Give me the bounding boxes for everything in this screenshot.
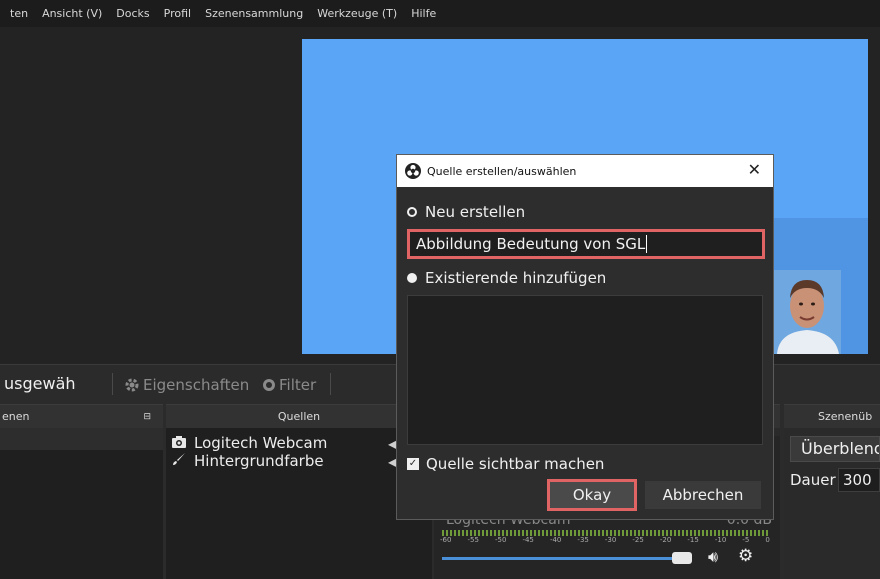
radio-button[interactable] [407, 273, 417, 283]
camera-icon [172, 434, 186, 452]
meter-tick-label: -50 [494, 536, 507, 544]
scenes-dock-header: enen ⊟ [0, 404, 163, 428]
menu-item-help[interactable]: Hilfe [405, 7, 444, 20]
visible-checkbox-row[interactable]: ✓ Quelle sichtbar machen [407, 455, 604, 473]
source-item-background-color[interactable]: Hintergrundfarbe [172, 452, 324, 470]
radio-existing-label: Existierende hinzufügen [425, 269, 607, 287]
meter-tick-label: -5 [742, 536, 750, 544]
duration-label: Dauer [790, 471, 836, 489]
visible-checkbox-label: Quelle sichtbar machen [426, 455, 605, 473]
cancel-button-label: Abbrechen [662, 486, 744, 504]
properties-label: Eigenschaften [143, 376, 250, 394]
toolbar-divider [112, 373, 113, 395]
radio-new-label: Neu erstellen [425, 203, 526, 221]
source-item-label: Hintergrundfarbe [194, 452, 324, 470]
radio-new[interactable]: Neu erstellen [407, 203, 525, 221]
webcam-person-image [773, 270, 841, 354]
scenes-list[interactable] [0, 428, 163, 579]
existing-sources-list[interactable] [407, 295, 763, 445]
volume-slider-handle[interactable] [672, 552, 692, 564]
meter-tick-label: -40 [549, 536, 562, 544]
okay-button-label: Okay [572, 486, 612, 504]
meter-tick-label: 0 [765, 536, 770, 544]
volume-slider-track[interactable] [442, 557, 672, 560]
checkbox-checked[interactable]: ✓ [407, 458, 419, 470]
properties-button[interactable]: Eigenschaften [124, 373, 249, 397]
transitions-dock-header: Szenenüb [784, 404, 880, 428]
obs-logo-icon [405, 163, 421, 179]
menu-item-tools[interactable]: Werkzeuge (T) [311, 7, 405, 20]
filter-label: Filter [279, 376, 317, 394]
radio-existing[interactable]: Existierende hinzufügen [407, 269, 606, 287]
text-cursor [646, 235, 648, 253]
menu-bar: ten Ansicht (V) Docks Profil Szenensamml… [0, 0, 880, 27]
create-source-dialog: Quelle erstellen/auswählen ✕ Neu erstell… [396, 154, 774, 520]
meter-tick-label: -60 [440, 536, 452, 544]
menu-item-scene-collection[interactable]: Szenensammlung [199, 7, 311, 20]
filter-icon [262, 378, 276, 392]
meter-tick-label: -30 [604, 536, 617, 544]
meter-tick-label: -25 [632, 536, 644, 544]
menu-item-docks[interactable]: Docks [110, 7, 157, 20]
radio-button-selected[interactable] [407, 207, 417, 217]
meter-ticks: -60 -55 -50 -45 -40 -35 -30 -25 -20 -15 -10 -5 0 [440, 536, 770, 544]
meter-tick-label: -15 [687, 536, 699, 544]
meter-tick-label: -55 [467, 536, 479, 544]
dialog-titlebar: Quelle erstellen/auswählen ✕ [397, 155, 773, 187]
transitions-dock-title: Szenenüb [818, 410, 873, 423]
source-item-webcam[interactable]: Logitech Webcam [172, 434, 327, 452]
scenes-dock-title: enen [2, 410, 30, 423]
menu-item-edit[interactable]: ten [4, 7, 36, 20]
gear-icon [124, 377, 140, 393]
selection-label: usgewäh [4, 374, 76, 393]
filter-button[interactable]: Filter [262, 373, 316, 397]
sources-dock-header: Quellen [166, 404, 432, 428]
scenes-dock: enen ⊟ [0, 404, 163, 579]
menu-item-view[interactable]: Ansicht (V) [36, 7, 110, 20]
brush-icon [172, 452, 186, 470]
source-name-value: Abbildung Bedeutung von SGL [416, 235, 646, 253]
sources-dock-title: Quellen [277, 410, 321, 423]
source-name-input[interactable]: Abbildung Bedeutung von SGL [407, 229, 765, 259]
okay-button[interactable]: Okay [547, 479, 637, 511]
source-item-label: Logitech Webcam [194, 434, 328, 452]
dialog-title: Quelle erstellen/auswählen [427, 164, 577, 178]
meter-tick-label: -10 [714, 536, 727, 544]
close-icon[interactable]: ✕ [748, 161, 761, 179]
gear-icon[interactable]: ⚙ [738, 546, 753, 566]
speaker-icon[interactable]: 🔊︎ [708, 547, 718, 567]
transition-select[interactable]: Überblend [790, 436, 880, 462]
meter-tick-label: -45 [522, 536, 534, 544]
dock-float-icon[interactable]: ⊟ [143, 412, 151, 422]
toolbar-divider [330, 373, 331, 395]
meter-tick-label: -35 [577, 536, 589, 544]
meter-tick-label: -20 [659, 536, 672, 544]
scene-item-selected[interactable] [0, 428, 163, 450]
sources-dock: Quellen [166, 404, 432, 579]
cancel-button[interactable]: Abbrechen [645, 481, 761, 509]
duration-input[interactable]: 300 [838, 468, 880, 492]
menu-item-profile[interactable]: Profil [158, 7, 199, 20]
